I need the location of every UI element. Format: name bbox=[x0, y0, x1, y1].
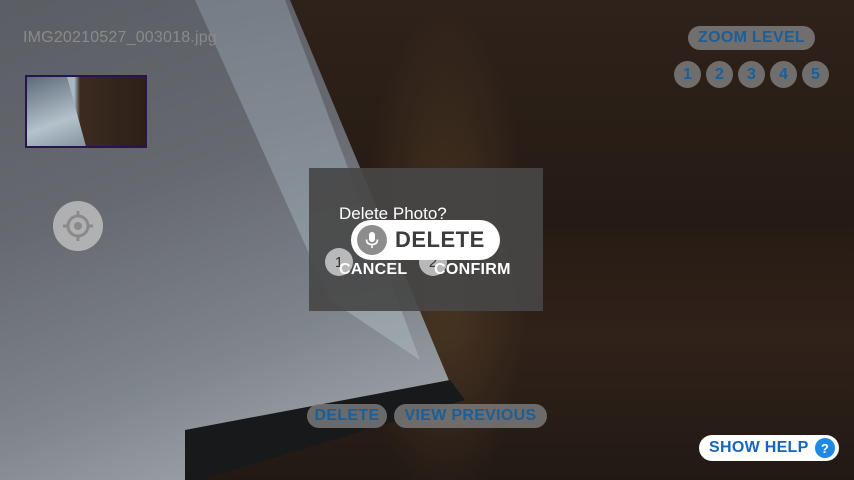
show-help-label: SHOW HELP bbox=[709, 439, 809, 456]
target-crosshair-icon bbox=[63, 211, 93, 241]
delete-button[interactable]: DELETE bbox=[307, 404, 387, 428]
show-help-button[interactable]: SHOW HELP ? bbox=[699, 435, 839, 461]
zoom-level-label: ZOOM LEVEL bbox=[688, 26, 815, 50]
voice-command-text: DELETE bbox=[395, 227, 485, 252]
microphone-icon bbox=[357, 225, 387, 255]
zoom-level-2-button[interactable]: 2 bbox=[706, 61, 733, 88]
photo-thumbnail[interactable] bbox=[25, 75, 147, 148]
zoom-level-4-button[interactable]: 4 bbox=[770, 61, 797, 88]
zoom-level-1-button[interactable]: 1 bbox=[674, 61, 701, 88]
target-button[interactable] bbox=[53, 201, 103, 251]
zoom-level-5-button[interactable]: 5 bbox=[802, 61, 829, 88]
photo-filename: IMG20210527_003018.jpg bbox=[23, 29, 217, 46]
voice-command-indicator: DELETE bbox=[351, 220, 500, 260]
zoom-level-3-button[interactable]: 3 bbox=[738, 61, 765, 88]
cancel-button[interactable]: CANCEL bbox=[339, 261, 407, 279]
help-question-icon: ? bbox=[815, 438, 835, 458]
view-previous-button[interactable]: VIEW PREVIOUS bbox=[394, 404, 547, 428]
confirm-button[interactable]: CONFIRM bbox=[434, 261, 511, 279]
